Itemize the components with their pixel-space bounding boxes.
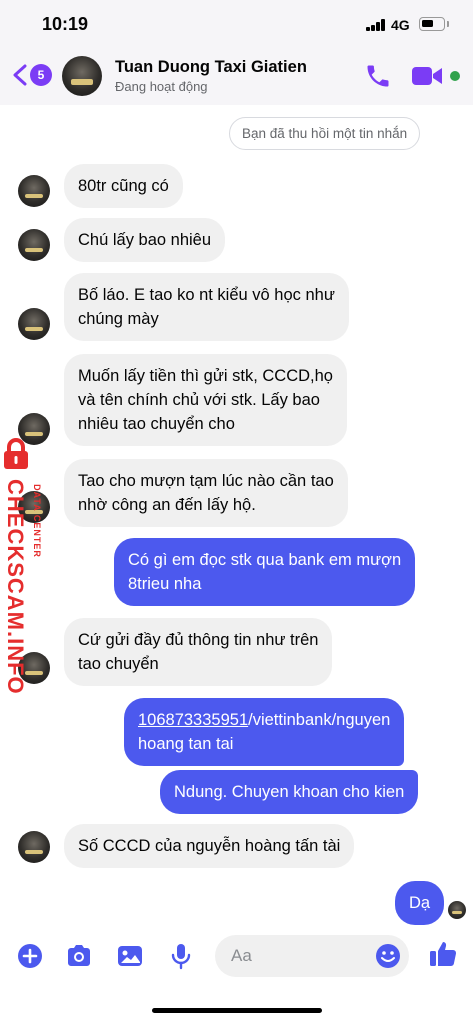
message-text: chúng mày [78,310,159,328]
phone-icon[interactable] [364,62,392,90]
message-text: và tên chính chủ với stk. Lấy bao [78,391,320,409]
battery-cap [447,21,449,27]
unread-badge: 5 [30,64,52,86]
watermark-subtext: DATA CENTER [32,484,42,558]
signal-icon [366,19,386,31]
account-number-link[interactable]: 106873335951 [138,711,248,729]
sender-avatar [18,175,50,207]
message-incoming[interactable]: Cứ gửi đầy đủ thông tin như trên tao chu… [64,618,333,686]
message-text: tao chuyển [78,655,159,673]
message-incoming[interactable]: Bố láo. E tao ko nt kiểu vô học như chún… [64,273,349,341]
chevron-left-icon [13,64,27,86]
sender-avatar [18,831,50,863]
contact-avatar[interactable] [62,56,102,96]
status-time: 10:19 [42,14,89,34]
message-text: Có gì em đọc stk qua bank em mượn [128,551,402,569]
message-text: Dạ [409,894,431,912]
plus-circle-icon[interactable] [16,942,44,970]
message-list[interactable]: Bạn đã thu hồi một tin nhắn 80tr cũng có… [0,105,473,930]
message-text: Tao cho mượn tạm lúc nào cần tao [78,472,334,490]
message-text: Cứ gửi đầy đủ thông tin như trên [78,631,319,649]
lock-icon [4,438,28,469]
chat-header: 5 Tuan Duong Taxi Giatien Đang hoạt động [0,48,473,105]
message-text: Muốn lấy tiền thì gửi stk, CCCD,họ [78,367,333,385]
status-bar: 10:19 4G [0,0,473,48]
network-label: 4G [391,17,410,33]
message-incoming[interactable]: Muốn lấy tiền thì gửi stk, CCCD,họ và tê… [64,354,347,446]
message-text: 80tr cũng có [78,177,169,195]
battery-icon [419,17,445,31]
thumbs-up-icon[interactable] [428,939,458,969]
back-button[interactable]: 5 [12,60,54,90]
online-indicator [450,71,460,81]
message-incoming[interactable]: Số CCCD của nguyễn hoàng tấn tài [64,824,355,868]
message-incoming[interactable]: Tao cho mượn tạm lúc nào cần tao nhờ côn… [64,459,348,527]
message-text: nhiêu tao chuyển cho [78,415,235,433]
message-incoming[interactable]: Chú lấy bao nhiêu [64,218,226,262]
composer-bar [0,930,473,1024]
video-camera-icon[interactable] [411,64,443,88]
image-icon[interactable] [116,942,144,970]
message-text: 106873335951/viettinbank/nguyen [138,708,390,732]
system-notice: Bạn đã thu hồi một tin nhắn [229,117,421,150]
sender-avatar [18,229,50,261]
watermark-text: CHECKSCAM.INFO [3,479,28,695]
message-input-box[interactable] [215,935,409,977]
message-text: 8trieu nha [128,575,202,593]
microphone-icon[interactable] [167,942,195,970]
message-input[interactable] [231,935,371,977]
message-text: Bố láo. E tao ko nt kiểu vô học như [78,286,335,304]
message-text: Ndung. Chuyen khoan cho kien [174,783,405,801]
message-outgoing[interactable]: Ndung. Chuyen khoan cho kien [160,770,419,814]
watermark: DATA CENTER CHECKSCAM.INFO [0,436,52,695]
message-outgoing[interactable]: Có gì em đọc stk qua bank em mượn 8trieu… [114,538,416,606]
message-text: nhờ công an đến lấy hộ. [78,496,256,514]
message-text-rest: /viettinbank/nguyen [248,711,391,729]
message-outgoing[interactable]: Dạ [395,881,445,925]
message-text: Số CCCD của nguyễn hoàng tấn tài [78,837,341,855]
message-text: hoang tan tai [138,735,234,753]
message-text: Chú lấy bao nhiêu [78,231,212,249]
emoji-icon[interactable] [375,943,401,969]
message-outgoing[interactable]: 106873335951/viettinbank/nguyen hoang ta… [124,698,405,766]
contact-status: Đang hoạt động [115,79,208,94]
message-incoming[interactable]: 80tr cũng có [64,164,183,208]
home-indicator [152,1008,322,1013]
contact-name[interactable]: Tuan Duong Taxi Giatien [115,58,307,77]
sender-avatar [18,308,50,340]
read-receipt-avatar [448,901,466,919]
camera-icon[interactable] [65,942,93,970]
